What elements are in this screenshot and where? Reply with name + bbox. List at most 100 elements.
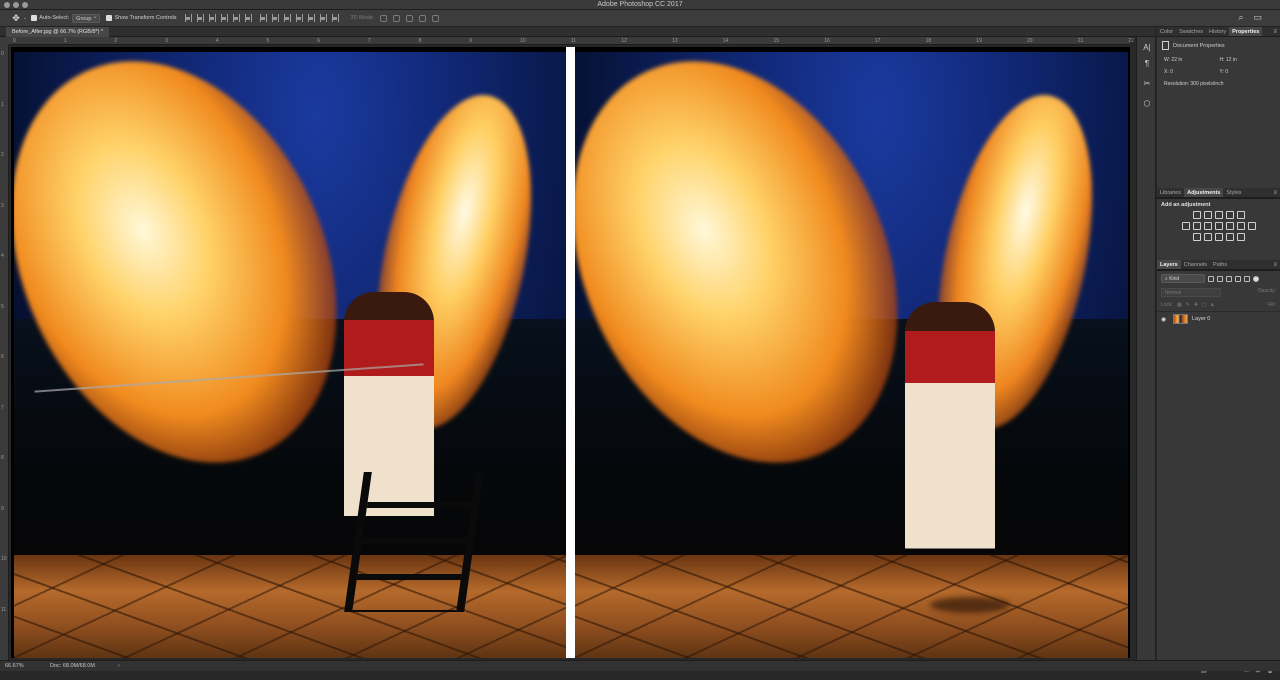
posterize-icon[interactable]: [1203, 233, 1212, 241]
ruler-tick-label: 0: [1, 51, 4, 57]
search-icon[interactable]: ⌕: [1238, 12, 1243, 23]
gradient-triangle-icon[interactable]: [1236, 211, 1245, 219]
exposure-icon[interactable]: [1225, 211, 1234, 219]
horizontal-ruler[interactable]: 0 1 2 3 4 5 6 7 8 9 10 11 12 13 14 15 16 17 18 19 20 21 22: [9, 37, 1134, 45]
layer-kind-filter[interactable]: ⌕ Kind: [1161, 274, 1205, 283]
document-canvas[interactable]: [11, 47, 1130, 658]
selective-color-icon[interactable]: [1236, 233, 1245, 241]
paragraph-panel-icon[interactable]: ¶: [1142, 59, 1152, 69]
tab-properties[interactable]: Properties: [1229, 27, 1263, 36]
align-bottom-icon[interactable]: [208, 14, 216, 22]
tool-preset-chevron-icon[interactable]: ⌄: [23, 15, 27, 21]
width-field[interactable]: W: 22 in: [1164, 57, 1220, 63]
tool-presets-icon[interactable]: ✂: [1142, 79, 1152, 89]
right-panels: Color Swatches History Properties ≡ Docu…: [1157, 27, 1280, 674]
character-panel-icon[interactable]: A|: [1142, 43, 1152, 53]
channel-mixer-icon[interactable]: [1236, 222, 1245, 230]
zoom-level[interactable]: 66.67%: [5, 661, 24, 671]
canvas-area[interactable]: [9, 45, 1130, 660]
distribute-right-icon[interactable]: [319, 14, 327, 22]
color-lookup-icon[interactable]: [1247, 222, 1256, 230]
lock-transparency-icon[interactable]: ▦: [1177, 302, 1182, 308]
shape-filter-icon[interactable]: [1235, 275, 1241, 282]
lock-pixels-icon[interactable]: ✎: [1186, 302, 1190, 308]
auto-select-checkbox[interactable]: [31, 15, 38, 21]
tab-history[interactable]: History: [1206, 27, 1229, 36]
tab-layers[interactable]: Layers: [1157, 260, 1181, 269]
3d-panel-icon[interactable]: ⬡: [1142, 99, 1152, 109]
mode-3d-label: 3D Mode:: [350, 15, 375, 21]
invert-icon[interactable]: [1192, 233, 1201, 241]
auto-align-icon[interactable]: [331, 14, 339, 22]
black-white-icon[interactable]: [1214, 222, 1223, 230]
levels-icon[interactable]: [1203, 211, 1212, 219]
drag-3d-icon[interactable]: [406, 14, 414, 22]
filter-toggle-icon[interactable]: [1253, 275, 1259, 282]
adjustment-filter-icon[interactable]: [1217, 275, 1223, 282]
layer-name[interactable]: Layer 0: [1192, 316, 1210, 322]
workspace-icon[interactable]: ▭: [1253, 12, 1262, 23]
blend-mode-dropdown[interactable]: Normal: [1161, 288, 1221, 297]
photo-filter-icon[interactable]: [1225, 222, 1234, 230]
adjustment-row-1: [1161, 211, 1276, 219]
panel-menu-icon[interactable]: ≡: [1273, 27, 1277, 37]
distribute-bottom-icon[interactable]: [283, 14, 291, 22]
x-field[interactable]: X: 0: [1164, 69, 1220, 75]
move-tool-icon[interactable]: ✥: [10, 12, 22, 24]
tab-channels[interactable]: Channels: [1181, 260, 1210, 269]
color-balance-icon[interactable]: [1203, 222, 1212, 230]
tab-paths[interactable]: Paths: [1210, 260, 1230, 269]
pixel-filter-icon[interactable]: [1208, 275, 1214, 282]
mode-3d-buttons: [380, 14, 440, 22]
status-menu-chevron-icon[interactable]: ›: [118, 661, 120, 671]
hue-saturation-icon[interactable]: [1192, 222, 1201, 230]
align-middle-icon[interactable]: [196, 14, 204, 22]
ruler-tick-label: 11: [570, 38, 576, 44]
show-transform-checkbox[interactable]: [106, 15, 113, 21]
align-top-icon[interactable]: [184, 14, 192, 22]
layer-row[interactable]: ◉ Layer 0: [1157, 312, 1280, 326]
panel-menu-icon[interactable]: ≡: [1273, 188, 1277, 198]
lock-row: Lock: ▦ ✎ ✥ ▢ 🔒︎ Fill:: [1157, 299, 1280, 312]
brightness-contrast-icon[interactable]: [1192, 211, 1201, 219]
ruler-tick-label: 4: [215, 38, 219, 44]
document-tab[interactable]: Before_After.jpg @ 66.7% (RGB/8*) *: [6, 27, 110, 37]
roll-3d-icon[interactable]: [393, 14, 401, 22]
gradient-map-icon[interactable]: [1225, 233, 1234, 241]
tab-styles[interactable]: Styles: [1223, 188, 1244, 197]
lock-artboard-icon[interactable]: ▢: [1202, 302, 1207, 308]
distribute-left-icon[interactable]: [295, 14, 303, 22]
smart-object-filter-icon[interactable]: [1244, 275, 1250, 282]
vibrance-icon[interactable]: [1181, 222, 1190, 230]
slide-3d-icon[interactable]: [419, 14, 427, 22]
ruler-origin[interactable]: [0, 37, 9, 45]
tab-libraries[interactable]: Libraries: [1157, 188, 1184, 197]
position-row: X: 0 Y: 0: [1162, 69, 1275, 75]
lock-all-icon[interactable]: 🔒︎: [1211, 302, 1214, 308]
orbit-3d-icon[interactable]: [380, 14, 388, 22]
auto-select-dropdown[interactable]: Group: [72, 13, 101, 23]
ruler-tick-label: 10: [1, 556, 7, 562]
type-filter-icon[interactable]: [1226, 275, 1232, 282]
tab-adjustments[interactable]: Adjustments: [1184, 188, 1224, 197]
vertical-ruler[interactable]: 0 1 2 3 4 5 6 7 8 9 10 11: [0, 45, 9, 660]
lock-position-icon[interactable]: ✥: [1194, 302, 1198, 308]
distribute-middle-icon[interactable]: [271, 14, 279, 22]
threshold-icon[interactable]: [1214, 233, 1223, 241]
y-field[interactable]: Y: 0: [1220, 69, 1276, 75]
scale-3d-icon[interactable]: [432, 14, 440, 22]
curves-icon[interactable]: [1214, 211, 1223, 219]
before-after-divider: [566, 47, 575, 658]
align-right-icon[interactable]: [244, 14, 252, 22]
tab-color[interactable]: Color: [1157, 27, 1176, 36]
visibility-eye-icon[interactable]: ◉: [1161, 316, 1169, 323]
document-size[interactable]: Doc: 68.0M/68.0M: [50, 661, 95, 671]
ruler-tick-label: 12: [621, 38, 627, 44]
tab-swatches[interactable]: Swatches: [1176, 27, 1206, 36]
align-center-icon[interactable]: [232, 14, 240, 22]
distribute-center-icon[interactable]: [307, 14, 315, 22]
distribute-top-icon[interactable]: [259, 14, 267, 22]
height-field[interactable]: H: 12 in: [1220, 57, 1276, 63]
panel-menu-icon[interactable]: ≡: [1273, 260, 1277, 270]
align-left-icon[interactable]: [220, 14, 228, 22]
